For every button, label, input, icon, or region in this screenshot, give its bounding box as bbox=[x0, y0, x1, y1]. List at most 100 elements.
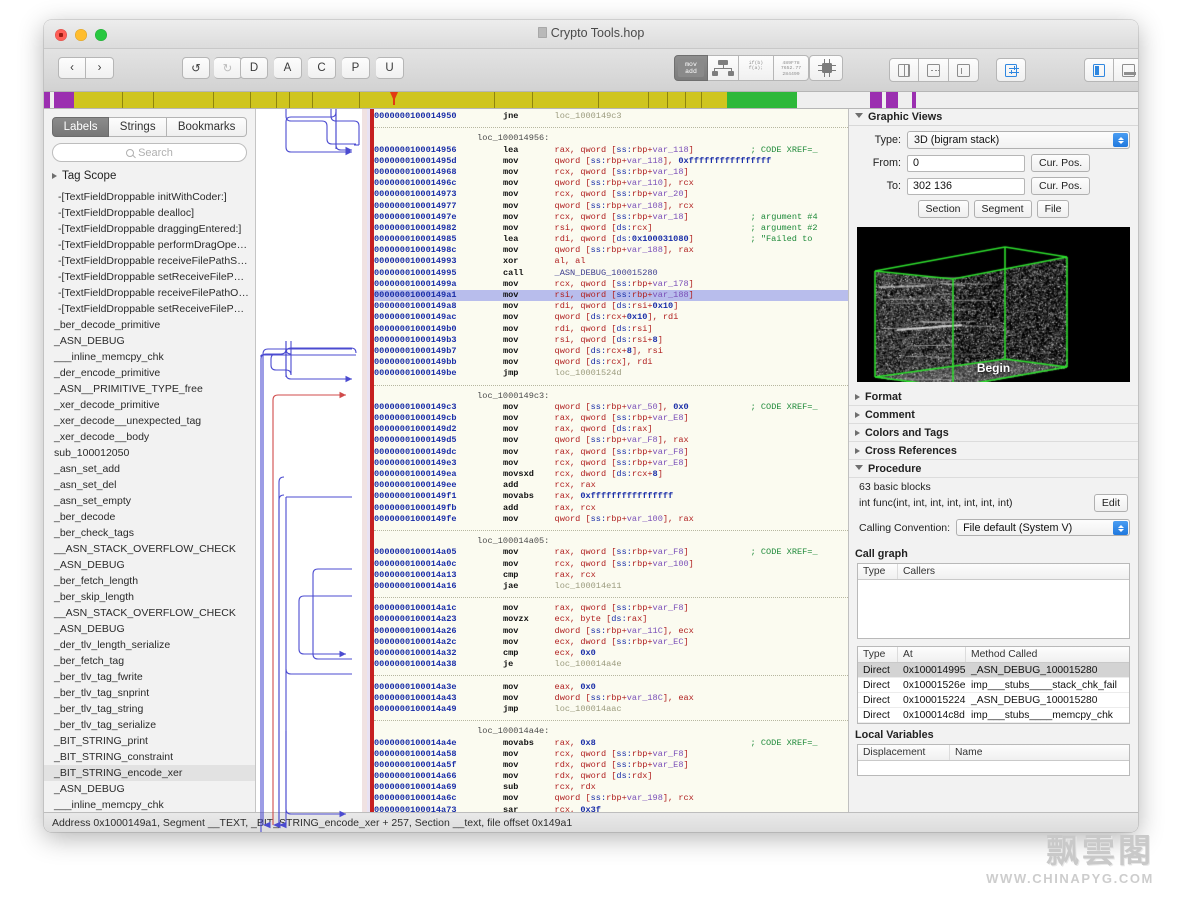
list-item[interactable]: _ASN__PRIMITIVE_TYPE_free bbox=[44, 381, 255, 397]
code-row[interactable]: 000000010001496c mov qword [ss:rbp+var_1… bbox=[374, 178, 848, 189]
code-row[interactable]: 00000001000149fe mov qword [ss:rbp+var_1… bbox=[374, 514, 848, 525]
code-row[interactable]: 00000001000149b0 mov rdi, qword [ds:rsi] bbox=[374, 324, 848, 335]
list-item[interactable]: _ber_check_tags bbox=[44, 525, 255, 541]
code-row[interactable]: 0000000100014a66 mov rdx, qword [ds:rdx] bbox=[374, 771, 848, 782]
code-row[interactable]: 0000000100014a05 mov rax, qword [ss:rbp+… bbox=[374, 547, 848, 558]
cpu-mode-button[interactable] bbox=[809, 55, 843, 81]
code-row[interactable]: 00000001000149dc mov rax, qword [ss:rbp+… bbox=[374, 447, 848, 458]
tag-scope-row[interactable]: Tag Scope bbox=[44, 169, 255, 186]
code-row[interactable]: 00000001000149e3 mov rcx, qword [ss:rbp+… bbox=[374, 458, 848, 469]
code-row[interactable]: 000000010001499a mov rcx, qword [ss:rbp+… bbox=[374, 279, 848, 290]
from-input[interactable]: 0 bbox=[907, 155, 1025, 172]
scope-segment-button[interactable]: Segment bbox=[974, 200, 1032, 218]
code-row[interactable]: 0000000100014a2c mov ecx, dword [ss:rbp+… bbox=[374, 637, 848, 648]
list-item[interactable]: _asn_set_del bbox=[44, 477, 255, 493]
list-item[interactable]: _xer_decode__body bbox=[44, 429, 255, 445]
back-button[interactable]: ‹ bbox=[58, 57, 86, 79]
code-row[interactable]: 0000000100014a6c mov qword [ss:rbp+var_1… bbox=[374, 793, 848, 804]
code-row[interactable]: 00000001000149b3 mov rsi, qword [ds:rsi+… bbox=[374, 335, 848, 346]
single-panel-button[interactable] bbox=[949, 58, 979, 82]
code-row[interactable]: 000000010001497e mov rcx, qword [ss:rbp+… bbox=[374, 212, 848, 223]
calling-convention-select[interactable]: File default (System V) bbox=[956, 519, 1130, 536]
control-flow-graph-button[interactable] bbox=[708, 55, 739, 81]
callers-table[interactable]: Type Callers bbox=[857, 563, 1130, 639]
list-item[interactable]: _ber_tlv_tag_string bbox=[44, 701, 255, 717]
list-item[interactable]: _ber_tlv_tag_snprint bbox=[44, 685, 255, 701]
code-row[interactable]: 0000000100014a16 jae loc_100014e11 bbox=[374, 581, 848, 592]
redo-button[interactable]: ↻ bbox=[214, 57, 242, 79]
code-row[interactable]: 0000000100014985 lea rdi, qword [ds:0x10… bbox=[374, 234, 848, 245]
list-item[interactable]: _ber_decode_primitive bbox=[44, 317, 255, 333]
scope-section-button[interactable]: Section bbox=[918, 200, 969, 218]
code-row[interactable]: 00000001000149a8 mov rdi, qword [ds:rsi+… bbox=[374, 301, 848, 312]
graphic-views-header[interactable]: Graphic Views bbox=[849, 109, 1138, 126]
code-row[interactable]: 00000001000149d2 mov rax, qword [ds:rax] bbox=[374, 424, 848, 435]
accordion-procedure[interactable]: Procedure bbox=[849, 460, 1138, 478]
accordion-cross-references[interactable]: Cross References bbox=[849, 442, 1138, 460]
mode-undefined-button[interactable]: U bbox=[376, 57, 404, 79]
undo-button[interactable]: ↺ bbox=[182, 57, 210, 79]
mode-procedure-button[interactable]: P bbox=[342, 57, 370, 79]
list-item[interactable]: -[TextFieldDroppable initWithCoder:] bbox=[44, 189, 255, 205]
code-row[interactable]: 000000010001495d mov qword [ss:rbp+var_1… bbox=[374, 156, 848, 167]
assembly-view-button[interactable]: mov add bbox=[674, 55, 708, 81]
code-row[interactable]: 00000001000149a1 mov rsi, qword [ss:rbp+… bbox=[374, 290, 848, 301]
mode-code-button[interactable]: C bbox=[308, 57, 336, 79]
list-item[interactable]: _der_encode_primitive bbox=[44, 365, 255, 381]
code-row[interactable]: 0000000100014a58 mov rcx, qword [ss:rbp+… bbox=[374, 749, 848, 760]
edit-signature-button[interactable]: Edit bbox=[1094, 494, 1128, 512]
disassembly-listing[interactable]: 0000000100014950 jne loc_1000149c3 loc_1… bbox=[374, 109, 848, 812]
local-variables-table[interactable]: Displacement Name bbox=[857, 744, 1130, 776]
segment-overview-strip[interactable] bbox=[44, 92, 1138, 109]
line-settings-button[interactable] bbox=[996, 58, 1026, 82]
list-item[interactable]: sub_100012050 bbox=[44, 445, 255, 461]
code-row[interactable]: 00000001000149b7 mov qword [ds:rcx+8], r… bbox=[374, 346, 848, 357]
list-item[interactable]: _ASN_DEBUG bbox=[44, 333, 255, 349]
code-row[interactable]: 00000001000149d5 mov qword [ss:rbp+var_F… bbox=[374, 435, 848, 446]
hex-view-button[interactable]: 489F78 7652.77 284499 bbox=[774, 55, 809, 81]
code-row[interactable]: 00000001000149ac mov qword [ds:rcx+0x10]… bbox=[374, 312, 848, 323]
list-item[interactable]: _ber_decode bbox=[44, 509, 255, 525]
tab-labels[interactable]: Labels bbox=[52, 117, 109, 137]
list-item[interactable]: _BIT_STRING_encode_xer bbox=[44, 765, 255, 781]
code-row[interactable]: 00000001000149be jmp loc_10001524d bbox=[374, 368, 848, 379]
code-label-row[interactable]: loc_100014956: bbox=[374, 133, 848, 144]
list-item[interactable]: ___inline_memcpy_chk bbox=[44, 349, 255, 365]
code-row[interactable]: 0000000100014a49 jmp loc_100014aac bbox=[374, 704, 848, 715]
table-row[interactable]: Direct 0x10001526e imp___stubs____stack_ch… bbox=[858, 678, 1129, 693]
list-item[interactable]: _xer_decode_primitive bbox=[44, 397, 255, 413]
code-row[interactable]: 0000000100014a73 sar rcx, 0x3f bbox=[374, 805, 848, 812]
list-item[interactable]: -[TextFieldDroppable setReceiveFilePat… bbox=[44, 301, 255, 317]
list-item[interactable]: -[TextFieldDroppable dealloc] bbox=[44, 205, 255, 221]
code-label-row[interactable]: loc_100014a4e: bbox=[374, 726, 848, 737]
accordion-colors-and-tags[interactable]: Colors and Tags bbox=[849, 424, 1138, 442]
pseudocode-view-button[interactable]: if(b) f(a); bbox=[739, 55, 774, 81]
list-item[interactable]: _BIT_STRING_print bbox=[44, 733, 255, 749]
table-row[interactable]: Direct 0x100014c8d imp___stubs____memcpy_c… bbox=[858, 708, 1129, 723]
list-item[interactable]: _ber_skip_length bbox=[44, 589, 255, 605]
list-item[interactable]: _ASN_DEBUG bbox=[44, 781, 255, 797]
code-row[interactable]: 00000001000149fb add rax, rcx bbox=[374, 503, 848, 514]
to-cur-pos-button[interactable]: Cur. Pos. bbox=[1031, 177, 1090, 195]
chevron-updown-icon[interactable] bbox=[1113, 521, 1128, 535]
code-row[interactable]: 0000000100014a43 mov dword [ss:rbp+var_1… bbox=[374, 693, 848, 704]
disassembly-panel[interactable]: 0000000100014950 jne loc_1000149c3 loc_1… bbox=[362, 109, 848, 812]
from-cur-pos-button[interactable]: Cur. Pos. bbox=[1031, 154, 1090, 172]
code-row[interactable]: 00000001000149ee add rcx, rax bbox=[374, 480, 848, 491]
code-row[interactable]: 0000000100014a32 cmp ecx, 0x0 bbox=[374, 648, 848, 659]
list-item[interactable]: _ASN_DEBUG bbox=[44, 557, 255, 573]
code-row[interactable]: 000000010001498c mov qword [ss:rbp+var_1… bbox=[374, 245, 848, 256]
called-table-body[interactable]: Direct 0x100014995 _ASN_DEBUG_100015280 Dir… bbox=[858, 663, 1129, 723]
code-row[interactable]: 0000000100014a23 movzx ecx, byte [ds:rax… bbox=[374, 614, 848, 625]
code-row[interactable]: 0000000100014956 lea rax, qword [ss:rbp+… bbox=[374, 145, 848, 156]
list-item[interactable]: _xer_decode__unexpected_tag bbox=[44, 413, 255, 429]
chevron-updown-icon[interactable] bbox=[1113, 133, 1128, 147]
accordion-format[interactable]: Format bbox=[849, 388, 1138, 406]
list-item[interactable]: _ber_tlv_tag_serialize bbox=[44, 717, 255, 733]
code-row[interactable]: 0000000100014a26 mov dword [ss:rbp+var_1… bbox=[374, 626, 848, 637]
code-row[interactable]: 0000000100014a4e movabs rax, 0x8 ; CODE … bbox=[374, 738, 848, 749]
list-item[interactable]: __ASN_STACK_OVERFLOW_CHECK bbox=[44, 541, 255, 557]
tab-bookmarks[interactable]: Bookmarks bbox=[167, 117, 247, 137]
list-item[interactable]: -[TextFieldDroppable receiveFilePathOb… bbox=[44, 285, 255, 301]
code-row[interactable]: 00000001000149bb mov qword [ds:rcx], rdi bbox=[374, 357, 848, 368]
